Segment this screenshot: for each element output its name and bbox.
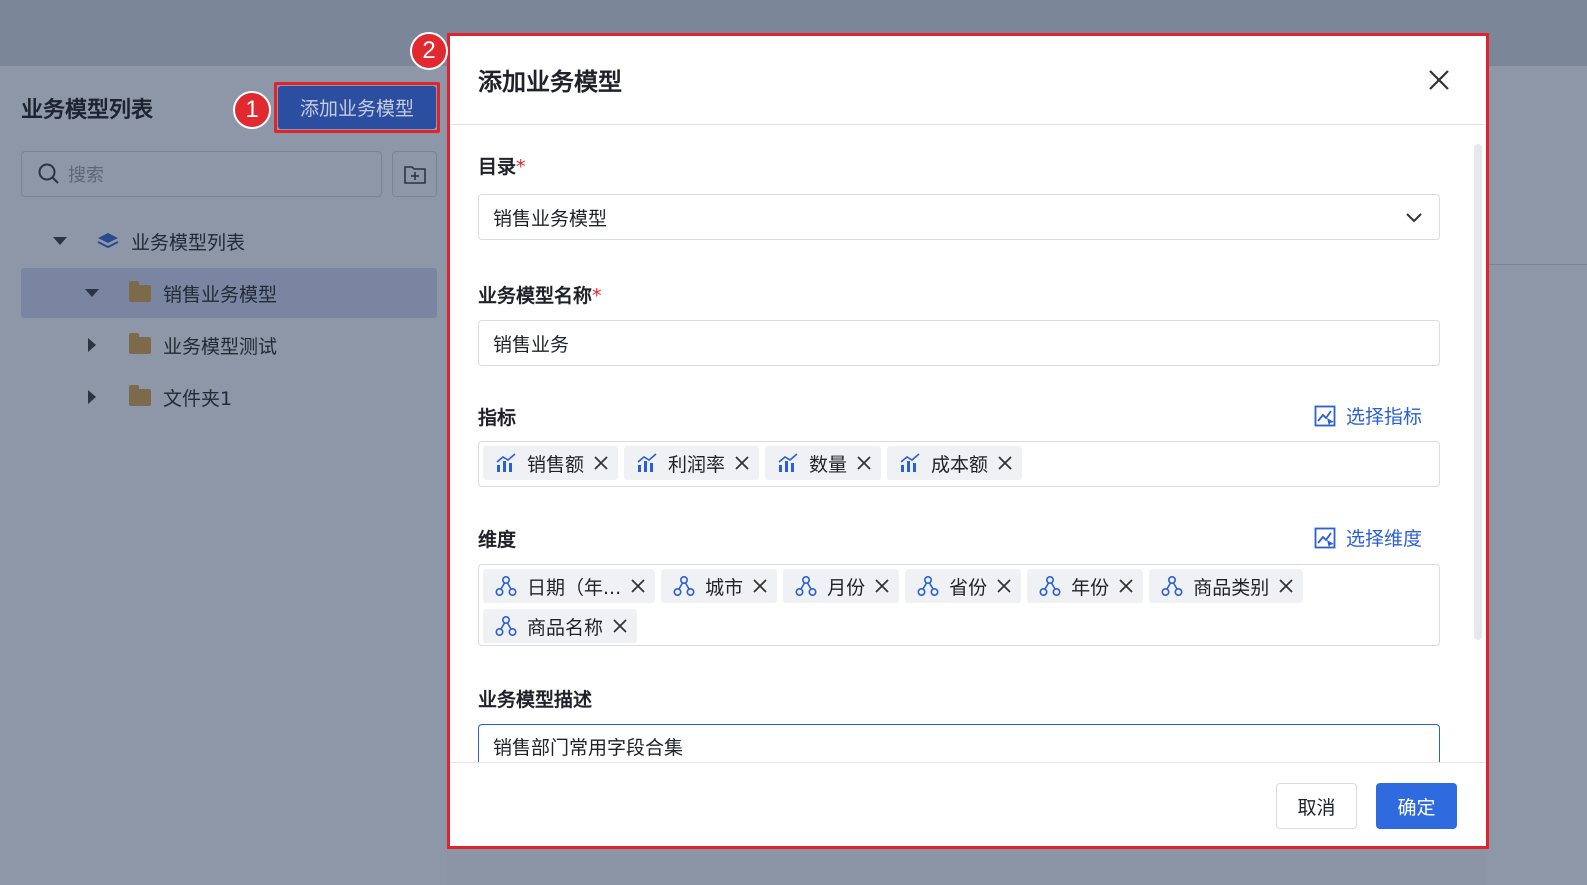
highlight-frame-dialog (447, 33, 1489, 849)
sidebar-title: 业务模型列表 (21, 98, 154, 123)
step-badge-2: 2 (410, 32, 448, 70)
expand-caret-icon[interactable] (53, 237, 67, 245)
tree-item-model-test[interactable]: 业务模型测试 (21, 320, 437, 370)
tree-item-label: 业务模型测试 (163, 335, 278, 358)
tree-root[interactable]: 业务模型列表 (21, 216, 437, 266)
collapse-caret-icon[interactable] (88, 338, 96, 352)
layers-icon (97, 233, 119, 249)
main-panel-edge (1487, 66, 1587, 885)
collapse-caret-icon[interactable] (88, 390, 96, 404)
step-badge-1: 1 (233, 91, 271, 129)
tree-item-label: 文件夹1 (163, 387, 233, 410)
tree-item-folder1[interactable]: 文件夹1 (21, 372, 437, 422)
new-folder-button[interactable] (392, 151, 437, 197)
search-placeholder: 搜索 (68, 165, 104, 186)
search-input[interactable]: 搜索 (21, 151, 382, 197)
folder-add-icon (403, 166, 426, 184)
folder-icon (129, 384, 151, 406)
tree-root-label: 业务模型列表 (131, 231, 246, 254)
expand-caret-icon[interactable] (85, 289, 99, 297)
folder-icon (129, 332, 151, 354)
highlight-frame-add-button (274, 82, 440, 133)
tree-item-sales-model[interactable]: 销售业务模型 (21, 268, 437, 318)
folder-icon (129, 280, 151, 302)
search-icon (38, 163, 59, 184)
tree-item-label: 销售业务模型 (163, 283, 278, 306)
